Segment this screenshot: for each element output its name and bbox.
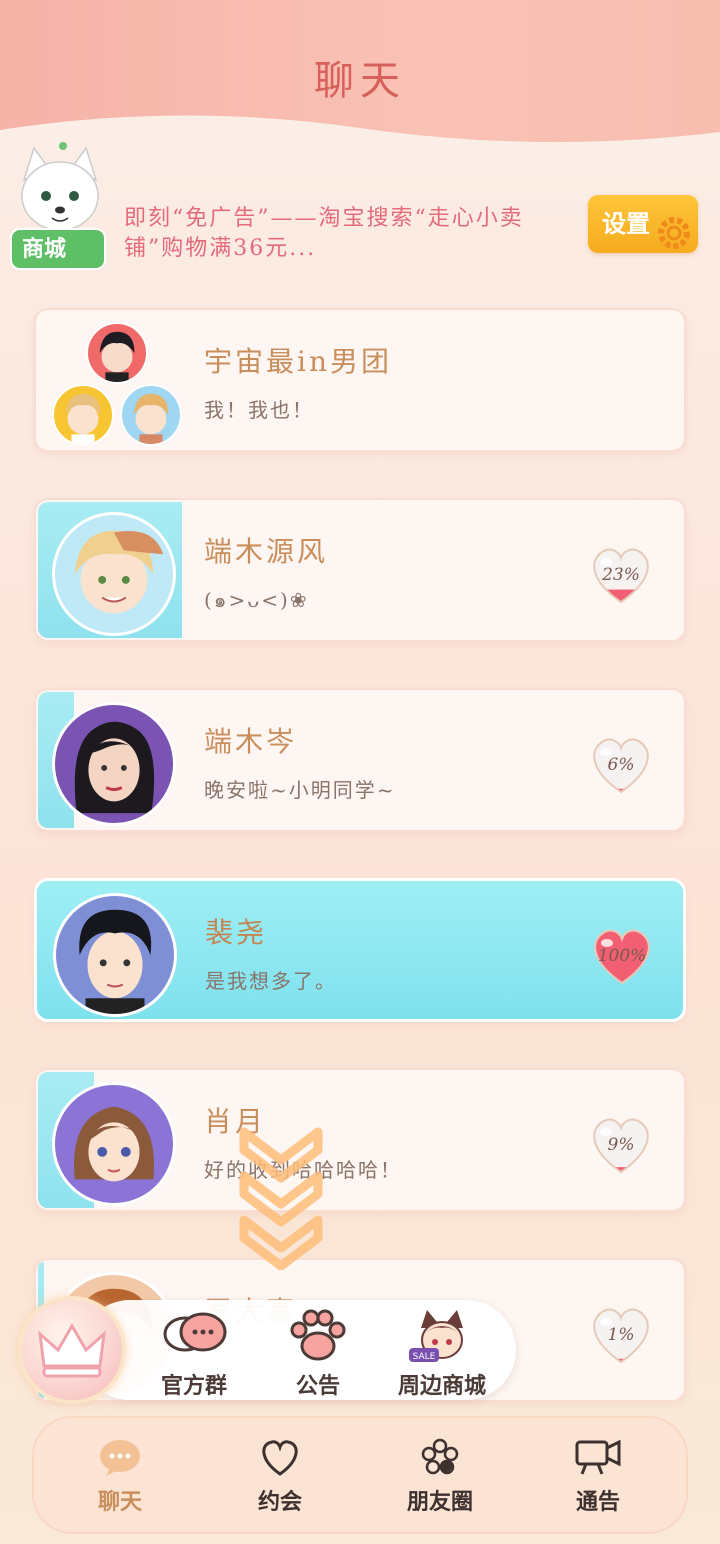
chat-bubbles-icon: [163, 1312, 227, 1352]
chat-last-message: 我！我也！: [204, 398, 314, 422]
paw-icon: [290, 1309, 346, 1361]
avatar: [52, 512, 176, 636]
chat-item-group[interactable]: 宇宙最in男团 我！我也！: [34, 308, 686, 452]
quick-item-label: 周边商城: [397, 1374, 486, 1399]
sale-badge: SALE: [413, 1352, 436, 1362]
heart-outline-icon: [262, 1440, 298, 1476]
tab-dating[interactable]: 约会: [220, 1436, 340, 1516]
avatar: [52, 384, 114, 446]
quick-item-announcement[interactable]: 公告: [258, 1306, 378, 1400]
chat-item[interactable]: 端木源风 (๑>ᴗ<)❀ 23%: [34, 498, 686, 642]
scroll-down-chevrons-icon[interactable]: [236, 1120, 326, 1270]
camera-icon: [575, 1439, 621, 1475]
crown-icon: [38, 1323, 106, 1378]
group-avatars: [50, 318, 190, 448]
flower-icon: [421, 1438, 459, 1475]
chat-item-active[interactable]: 裴尧 是我想多了。 100%: [34, 878, 686, 1022]
chat-icon: [100, 1440, 140, 1476]
tab-announcement[interactable]: 通告: [538, 1436, 658, 1516]
affinity-value: 23%: [602, 565, 640, 585]
affinity-value: 9%: [607, 1135, 635, 1155]
avatar: [120, 384, 182, 446]
crown-button[interactable]: [18, 1296, 126, 1404]
chat-name: 端木源风: [204, 535, 329, 568]
quick-item-official-group[interactable]: 官方群: [134, 1306, 254, 1400]
chat-name: 宇宙最in男团: [204, 345, 392, 378]
chat-last-message: 是我想多了。: [205, 969, 337, 993]
affinity-value: 100%: [597, 946, 647, 966]
chat-item[interactable]: 肖月 好的收到哈哈哈哈！ 9%: [34, 1068, 686, 1212]
affinity-value: 6%: [607, 755, 635, 775]
settings-button[interactable]: 设置: [588, 195, 698, 253]
ad-notice[interactable]: 即刻“免广告”——淘宝搜索“走心小卖铺”购物满36元...: [124, 204, 554, 264]
tab-label: 约会: [257, 1490, 302, 1515]
gear-icon: [658, 217, 690, 249]
tab-moments[interactable]: 朋友圈: [380, 1436, 500, 1516]
avatar: [52, 702, 176, 826]
tab-label: 朋友圈: [406, 1490, 473, 1515]
avatar: [53, 893, 177, 1017]
page-title: 聊天: [314, 58, 406, 104]
affinity-value: 1%: [607, 1325, 635, 1345]
quick-item-merch-store[interactable]: SALE 周边商城: [382, 1306, 502, 1400]
chat-last-message: (๑>ᴗ<)❀: [204, 588, 309, 612]
chat-last-message: 晚安啦~小明同学~: [204, 778, 396, 802]
tab-chat[interactable]: 聊天: [60, 1436, 180, 1516]
tab-label: 聊天: [97, 1490, 142, 1515]
settings-label: 设置: [602, 210, 650, 238]
sale-cat-icon: SALE: [409, 1310, 463, 1362]
avatar: [86, 322, 148, 384]
chat-item[interactable]: 端木岑 晚安啦~小明同学~ 6%: [34, 688, 686, 832]
shop-button[interactable]: 商城: [10, 228, 106, 270]
avatar: [52, 1082, 176, 1206]
chat-name: 裴尧: [205, 916, 268, 949]
tab-label: 通告: [575, 1490, 620, 1515]
chat-name: 端木岑: [204, 725, 298, 758]
quick-item-label: 官方群: [160, 1374, 227, 1399]
quick-item-label: 公告: [295, 1374, 340, 1399]
